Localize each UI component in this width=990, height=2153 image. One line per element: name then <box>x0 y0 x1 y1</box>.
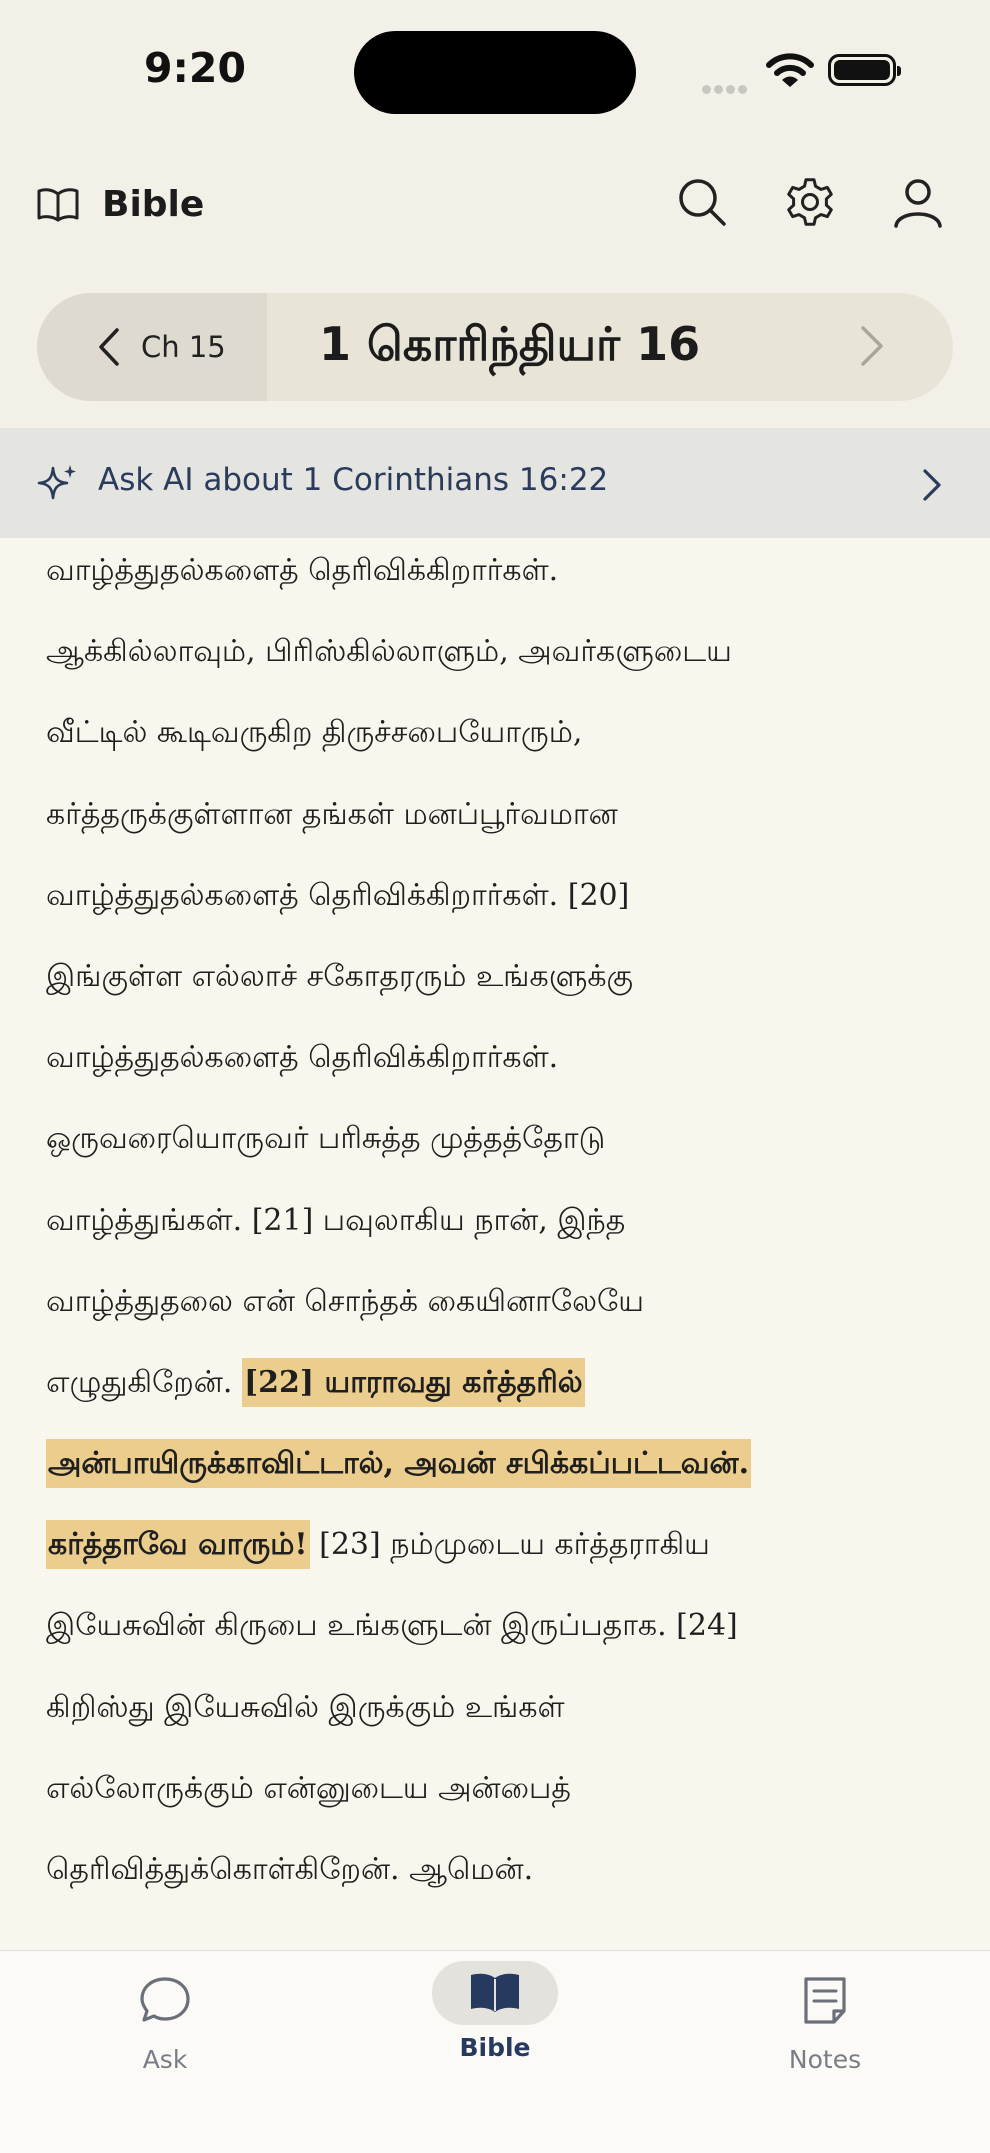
verse-line: தெரிவித்துக்கொள்கிறேன். ஆமென். <box>46 1852 534 1887</box>
chevron-right-icon[interactable] <box>857 323 887 369</box>
open-book-icon <box>37 188 79 222</box>
tab-notes-label: Notes <box>788 2045 862 2074</box>
verse-line: கிறிஸ்து இயேசுவில் இருக்கும் உங்கள் <box>46 1689 565 1725</box>
verse-line: எல்லோருக்கும் என்னுடைய அன்பைத் <box>46 1770 571 1806</box>
wifi-icon <box>766 53 814 87</box>
signal-icon <box>702 79 750 98</box>
verse-line: வாழ்த்துதல்களைத் தெரிவிக்கிறார்கள். <box>46 1040 559 1076</box>
verse-line: வாழ்த்துதல்களைத் தெரிவிக்கிறார்கள். [20] <box>46 877 630 913</box>
tab-bible[interactable]: Bible <box>395 1961 595 2062</box>
previous-chapter-button[interactable]: Ch 15 <box>37 293 267 401</box>
tab-ask[interactable]: Ask <box>65 1961 265 2074</box>
app-title: Bible <box>102 183 205 225</box>
verse-line: கர்த்தருக்குள்ளான தங்கள் மனப்பூர்வமான <box>46 796 618 832</box>
battery-icon <box>828 54 901 86</box>
chapter-title[interactable]: 1 கொரிந்தியர் 16 <box>319 317 700 378</box>
dynamic-island <box>354 31 636 114</box>
tab-ask-label: Ask <box>142 2045 188 2074</box>
gear-icon[interactable] <box>782 174 838 230</box>
verse-line: அன்பாயிருக்காவிட்டால், அவன் சபிக்கப்பட்ட… <box>46 1437 946 1518</box>
status-time: 9:20 <box>144 44 246 92</box>
sparkle-icon <box>37 465 76 500</box>
tab-bible-indicator <box>432 1961 558 2025</box>
highlighted-verse[interactable]: [22] யாராவது கர்த்தரில் <box>241 1357 585 1407</box>
verse-line: வாழ்த்துதலை என் சொந்தக் கையினாலேயே <box>46 1283 644 1319</box>
chat-bubble-icon <box>140 1977 190 2022</box>
ask-ai-label: Ask AI about 1 Corinthians 16:22 <box>98 462 609 498</box>
previous-chapter-label: Ch 15 <box>141 330 226 364</box>
verse-line: இயேசுவின் கிருபை உங்களுடன் இருப்பதாக. [2… <box>46 1608 738 1644</box>
chevron-right-icon <box>923 469 941 501</box>
verse-line: இங்குள்ள எல்லாச் சகோதரரும் உங்களுக்கு <box>46 958 634 994</box>
app-header: Bible <box>36 176 204 232</box>
verse-line: எழுதுகிறேன். [22] யாராவது கர்த்தரில் <box>46 1356 946 1437</box>
chapter-navigator: Ch 15 1 கொரிந்தியர் 16 <box>37 293 953 401</box>
verse-line: வீட்டில் கூடிவருகிற திருச்சபையோரும், <box>46 715 583 751</box>
top-area: 9:20 Bible Ch 15 1 கொரிந்தியர் 16 <box>0 0 990 428</box>
search-icon[interactable] <box>674 174 730 230</box>
highlighted-verse[interactable]: அன்பாயிருக்காவிட்டால், அவன் சபிக்கப்பட்ட… <box>46 1439 752 1489</box>
verse-line: ஒருவரையொருவர் பரிசுத்த முத்தத்தோடு <box>46 1121 606 1157</box>
book-icon <box>471 1973 519 2012</box>
chevron-left-icon <box>99 328 119 366</box>
tab-notes[interactable]: Notes <box>725 1961 925 2074</box>
tab-bar: Ask Bible Notes <box>0 1950 990 2153</box>
notes-icon <box>804 1977 846 2024</box>
verse-text: [23] நம்முடைய கர்த்தராகிய <box>309 1527 710 1563</box>
verse-line: வாழ்த்துங்கள். [21] பவுலாகிய நான், இந்த <box>46 1202 626 1238</box>
tab-bible-label: Bible <box>459 2033 531 2062</box>
user-icon[interactable] <box>890 174 946 230</box>
scripture-text: வாழ்த்துதல்களைத் தெரிவிக்கிறார்கள். ஆக்க… <box>46 544 946 1924</box>
verse-line: ஆக்கில்லாவும், பிரிஸ்கில்லாளும், அவர்களு… <box>46 634 732 670</box>
ask-ai-banner[interactable]: Ask AI about 1 Corinthians 16:22 <box>0 428 990 538</box>
verse-text: எழுதுகிறேன். <box>46 1364 242 1400</box>
highlighted-verse[interactable]: கர்த்தாவே வாரும்! <box>46 1520 310 1570</box>
verse-line: கர்த்தாவே வாரும்! [23] நம்முடைய கர்த்தரா… <box>46 1518 946 1599</box>
verse-line: வாழ்த்துதல்களைத் தெரிவிக்கிறார்கள். <box>46 553 559 588</box>
